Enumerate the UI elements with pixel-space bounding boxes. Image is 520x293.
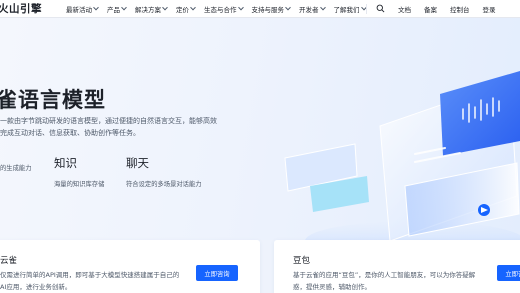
- top-navbar: 火山引擎 最新活动 产品 解决方案 定价 生态与合作 支持与服务 开发者 了解我…: [0, 0, 520, 18]
- chevron-down-icon: [162, 4, 168, 11]
- nav-item-ecosystem[interactable]: 生态与合作: [204, 4, 244, 14]
- chevron-down-icon: [93, 4, 99, 11]
- nav-item-label: 生态与合作: [204, 6, 237, 14]
- feature-title: 知识: [54, 156, 77, 170]
- feature-chat: 聊天 符合设定的多场景对话能力: [126, 155, 202, 188]
- nav-link-login[interactable]: 登录: [483, 4, 496, 14]
- nav-item-label: 开发者: [299, 6, 319, 14]
- chevron-down-icon: [190, 4, 196, 11]
- nav-item-pricing[interactable]: 定价: [176, 4, 196, 14]
- hero-title: 雀语言模型: [0, 88, 106, 112]
- consult-now-button[interactable]: 立即咨询: [196, 265, 238, 281]
- feature-title: 聊天: [126, 156, 149, 170]
- feature-knowledge: 知识 海量的知识库存储: [54, 155, 104, 188]
- nav-item-support[interactable]: 支持与服务: [252, 4, 291, 14]
- hero-banner: 雀语言模型 一款由字节跳动研发的语言模型，通过便捷的自然语言交互，能够高效完成互…: [0, 18, 520, 240]
- nav-item-label: 最新活动: [66, 6, 92, 14]
- nav-link-filing[interactable]: 备案: [424, 4, 437, 14]
- consult-now-button[interactable]: 立即咨询: [497, 265, 520, 281]
- nav-link-console[interactable]: 控制台: [450, 4, 470, 14]
- nav-right-links: 文档 备案 控制台 登录: [398, 0, 509, 18]
- hero-description: 一款由字节跳动研发的语言模型，通过便捷的自然语言交互，能够高效完成互动对话、信息…: [0, 117, 217, 137]
- card-description: 仅需进行简单的API调用，即可基于大模型快速搭建属于自己的AI应用，进行业务创新…: [0, 271, 180, 291]
- feature-generation: 的生成能力: [0, 155, 31, 172]
- card-title: 云雀: [0, 256, 18, 266]
- brand-logo[interactable]: 火山引擎: [0, 1, 42, 16]
- nav-item-label: 产品: [107, 6, 120, 14]
- feature-desc: 海量的知识库存储: [54, 181, 105, 188]
- feature-desc: 的生成能力: [0, 165, 32, 172]
- product-card-yunque: 云雀 仅需进行简单的API调用，即可基于大模型快速搭建属于自己的AI应用，进行业…: [0, 240, 260, 293]
- search-icon[interactable]: [376, 4, 385, 13]
- nav-link-docs[interactable]: 文档: [398, 4, 411, 14]
- card-title: 豆包: [293, 256, 311, 266]
- nav-item-solutions[interactable]: 解决方案: [135, 4, 168, 14]
- chevron-down-icon: [237, 4, 244, 11]
- chevron-down-icon: [319, 4, 326, 11]
- product-card-doubao: 豆包 基于云雀的应用“豆包”，是你的人工智能朋友，可以为你答疑解惑，提供灵感，辅…: [274, 240, 520, 293]
- feature-desc: 符合设定的多场景对话能力: [126, 181, 202, 188]
- nav-menu: 最新活动 产品 解决方案 定价 生态与合作 支持与服务 开发者 了解我们: [66, 0, 375, 18]
- nav-divider: [366, 4, 367, 14]
- nav-item-label: 支持与服务: [251, 6, 285, 14]
- nav-item-developers[interactable]: 开发者: [299, 4, 326, 14]
- nav-item-label: 定价: [176, 6, 189, 14]
- nav-item-label: 解决方案: [135, 6, 161, 14]
- card-description: 基于云雀的应用“豆包”，是你的人工智能朋友，可以为你答疑解惑，提供灵感，辅助创作…: [293, 271, 476, 291]
- hero-illustration: [284, 71, 520, 240]
- chevron-down-icon: [121, 4, 127, 11]
- nav-item-label: 了解我们: [333, 6, 360, 14]
- nav-item-latest-activity[interactable]: 最新活动: [66, 4, 99, 14]
- nav-item-products[interactable]: 产品: [107, 4, 127, 14]
- chevron-down-icon: [285, 4, 291, 11]
- nav-item-about-us[interactable]: 了解我们: [333, 4, 367, 14]
